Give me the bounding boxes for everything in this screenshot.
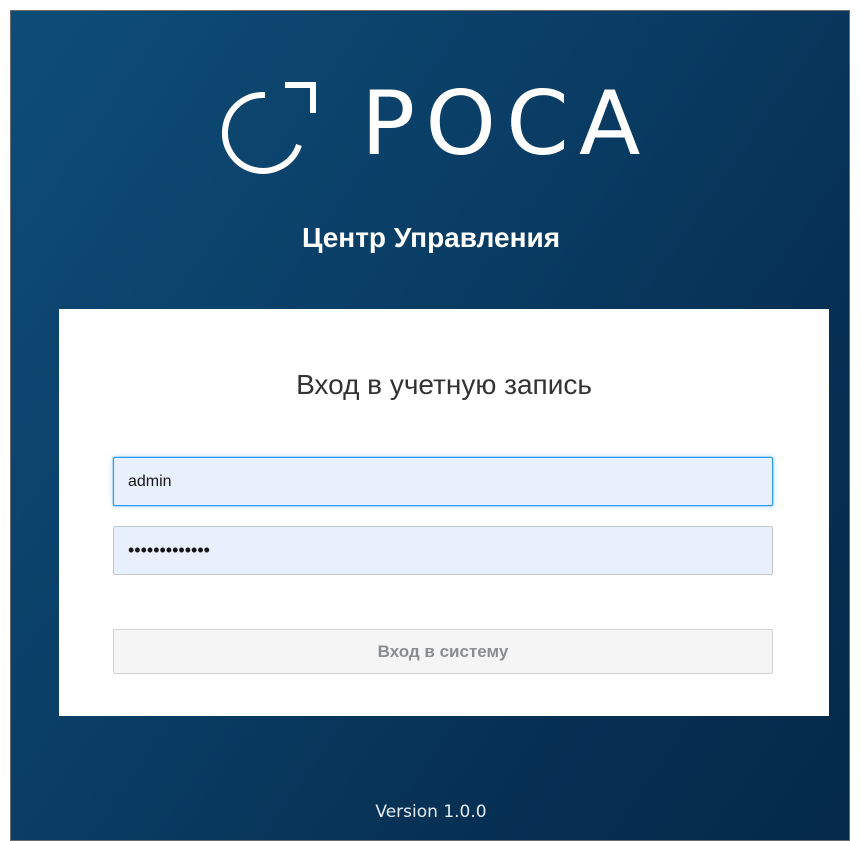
login-page: РОСА Центр Управления Вход в учетную зап… [10, 10, 850, 841]
username-input[interactable] [113, 457, 773, 506]
login-title: Вход в учетную запись [296, 369, 592, 400]
rosa-logo: РОСА [221, 72, 671, 187]
password-input[interactable] [113, 526, 773, 575]
version-label: Version 1.0.0 [375, 802, 487, 822]
login-button[interactable]: Вход в систему [113, 629, 773, 674]
logo-wordmark: РОСА [361, 72, 651, 175]
login-card: Вход в учетную запись Вход в систему [59, 309, 829, 716]
rosa-logo-mark-icon [221, 82, 316, 174]
app-subtitle: Центр Управления [301, 222, 561, 253]
